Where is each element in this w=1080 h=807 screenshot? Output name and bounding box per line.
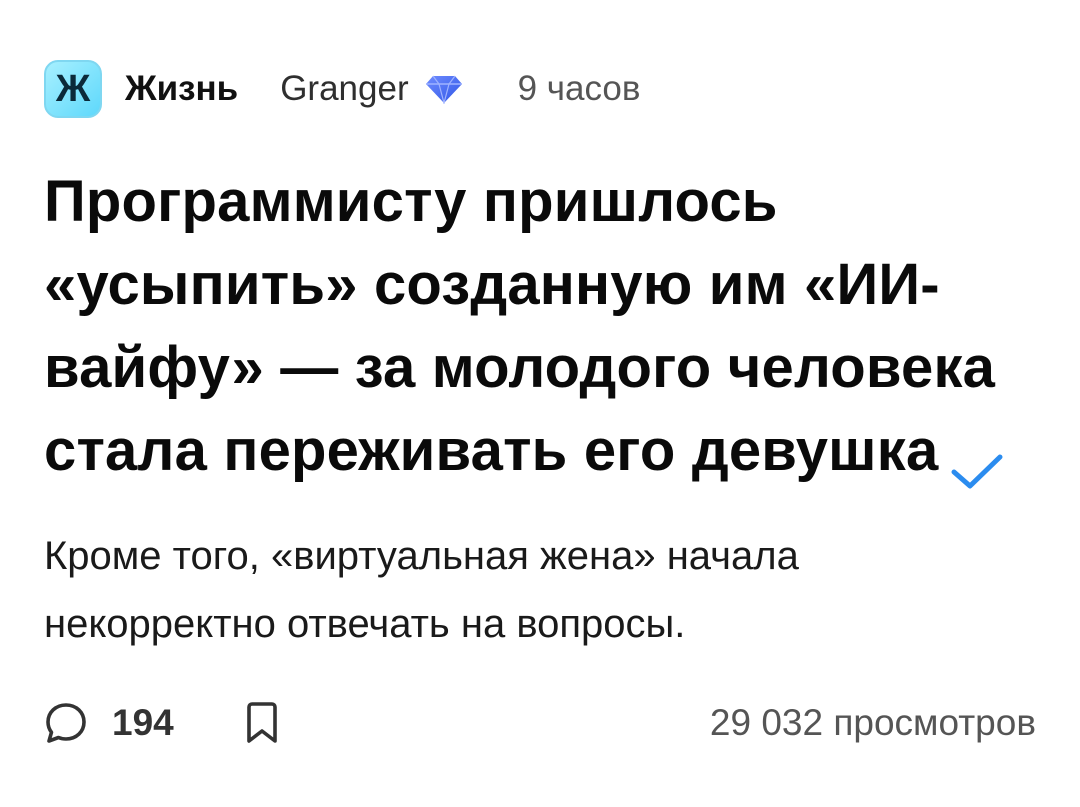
post-description: Кроме того, «виртуальная жена» начала не… <box>44 534 799 646</box>
post-footer: 194 29 032 просмотров <box>44 693 1036 753</box>
subsite-logo-letter: Ж <box>55 68 91 110</box>
comments-count[interactable]: 194 <box>112 702 174 744</box>
subsite-name[interactable]: Жизнь <box>125 69 238 109</box>
post-card[interactable]: Ж Жизнь Granger 9 часов Программисту при… <box>0 0 1080 807</box>
views-count: 29 032 просмотров <box>709 702 1036 743</box>
comment-icon[interactable] <box>44 701 88 745</box>
author-name[interactable]: Granger <box>280 69 408 109</box>
post-title-text: Программисту пришлось «усыпить» созданну… <box>44 169 996 483</box>
post-header: Ж Жизнь Granger 9 часов <box>44 58 640 120</box>
checkmark-icon <box>948 431 1006 489</box>
bookmark-icon[interactable] <box>244 701 280 745</box>
post-title[interactable]: Программисту пришлось «усыпить» созданну… <box>44 160 1044 492</box>
subsite-logo[interactable]: Ж <box>44 60 102 118</box>
diamond-icon <box>425 74 463 104</box>
post-time: 9 часов <box>517 69 641 108</box>
